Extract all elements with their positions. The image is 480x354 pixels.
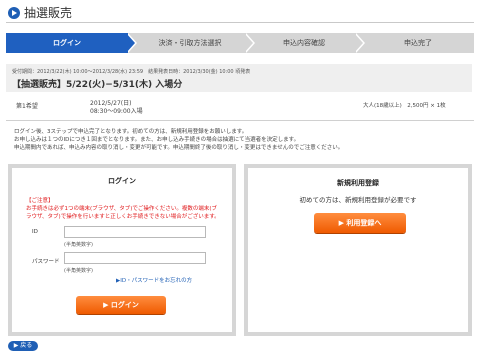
- step-progress-bar: ログイン 決済・引取方法選択 申込内容確認 申込完了: [6, 33, 474, 53]
- header-arrow-icon: [8, 7, 20, 19]
- application-period: 受付期間：2012/3/22(木) 10:00〜2012/3/28(水) 23:…: [12, 69, 251, 75]
- page-title: 抽選販売: [24, 6, 73, 20]
- register-title: 新規利用登録: [337, 179, 379, 187]
- forgot-password-link[interactable]: ▶ID・パスワードをお忘れの方: [116, 276, 192, 284]
- id-note: (半角英数字): [64, 242, 93, 248]
- header-divider: [6, 22, 474, 23]
- warning-line-1: お手続きは必ず1つの端末(ブラウザ、タブ)でご操作ください。複数の端末(ブ: [26, 206, 217, 212]
- description-line-2: お申し込みは１つのIDにつき１回までとなります。また、お申し込み手続きの場合は抽…: [14, 137, 300, 143]
- password-note: (半角英数字): [64, 268, 93, 274]
- register-subtitle: 初めての方は、新規利用登録が必要です: [299, 196, 417, 204]
- register-panel: [244, 164, 472, 336]
- choice-label: 第1希望: [16, 103, 38, 110]
- register-button[interactable]: ▶ 利用登録へ: [314, 213, 406, 233]
- step-payment: 決済・引取方法選択: [158, 39, 222, 47]
- performance-time: 08:30〜09:00入場: [90, 108, 143, 115]
- id-input[interactable]: [64, 226, 206, 238]
- description-line-3: 申込期間内であれば、申込み内容の取り消し・変更が可能です。申込期間終了後の取り消…: [14, 145, 344, 151]
- step-login: ログイン: [53, 39, 81, 47]
- back-button[interactable]: ▶ 戻る: [8, 341, 38, 351]
- ticket-price: 大人(18歳以上) 2,500円 × 1枚: [363, 103, 446, 109]
- warning-title: 【ご注意】: [26, 198, 54, 204]
- login-button[interactable]: ▶ ログイン: [76, 296, 166, 314]
- id-label: ID: [32, 229, 38, 235]
- event-title: 【抽選販売】5/22(火)−5/31(木) 入場分: [12, 80, 183, 90]
- warning-line-2: ラウザ、タブ)で操作を行いますと正しくお手続きできない場合がございます。: [26, 214, 220, 220]
- section-divider: [6, 120, 474, 121]
- login-title: ログイン: [108, 177, 136, 185]
- step-complete: 申込完了: [404, 39, 432, 47]
- password-input[interactable]: [64, 252, 206, 264]
- password-label: パスワード: [32, 259, 60, 265]
- description-line-1: ログイン後、3ステップで申込完了となります。初めての方は、新規利用登録をお願いし…: [14, 129, 248, 135]
- step-confirm: 申込内容確認: [283, 39, 325, 47]
